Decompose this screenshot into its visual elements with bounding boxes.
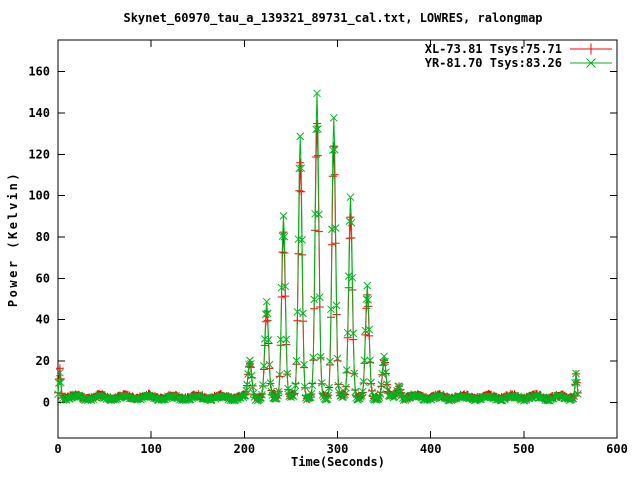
y-tick-label: 160	[28, 65, 50, 79]
y-tick-label: 40	[36, 313, 50, 327]
series-yr	[55, 90, 582, 405]
legend-label-yr: YR-81.70 Tsys:83.26	[425, 56, 562, 70]
y-tick-label: 140	[28, 106, 50, 120]
y-axis-label: Power (Kelvin)	[6, 171, 20, 307]
legend: XL-73.81 Tsys:75.71 YR-81.70 Tsys:83.26	[425, 42, 612, 70]
legend-samples	[570, 44, 612, 68]
x-tick-label: 400	[420, 442, 442, 456]
gnuplot-window: Skynet_60970_tau_a_139321_89731_cal.txt,…	[0, 0, 640, 480]
y-tick-label: 120	[28, 147, 50, 161]
y-tick-label: 100	[28, 189, 50, 203]
legend-plus-marker	[586, 44, 597, 55]
legend-label-xl: XL-73.81 Tsys:75.71	[425, 42, 562, 56]
x-tick-label: 200	[233, 442, 255, 456]
plot-border	[58, 40, 617, 438]
data-series-layer	[54, 90, 582, 405]
x-tick-label: 300	[327, 442, 349, 456]
power-vs-time-chart: Skynet_60970_tau_a_139321_89731_cal.txt,…	[0, 0, 640, 480]
chart-title: Skynet_60970_tau_a_139321_89731_cal.txt,…	[123, 11, 542, 26]
x-tick-label: 500	[513, 442, 535, 456]
y-tick-label: 60	[36, 271, 50, 285]
x-tick-label: 0	[54, 442, 61, 456]
x-tick-label: 100	[140, 442, 162, 456]
y-tick-label: 20	[36, 354, 50, 368]
x-tick-label: 600	[606, 442, 628, 456]
x-axis-label: Time(Seconds)	[291, 455, 385, 469]
y-tick-label: 0	[43, 395, 50, 409]
y-tick-label: 80	[36, 230, 50, 244]
